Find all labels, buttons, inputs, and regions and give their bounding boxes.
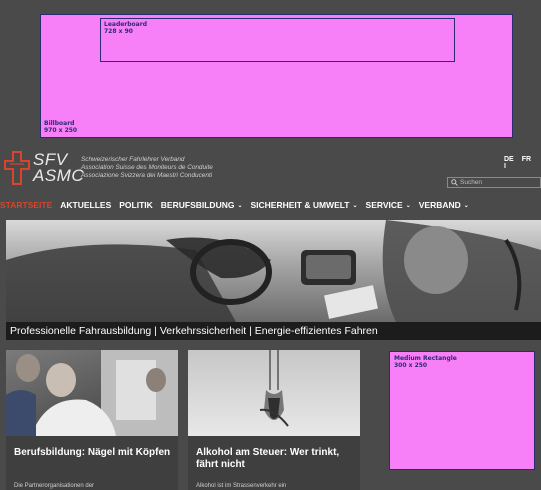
nav-item-politik[interactable]: POLITIK	[119, 200, 153, 210]
hero-driving-lesson-illustration	[6, 220, 541, 322]
article-excerpt: Die Partnerorganisationen der	[14, 483, 95, 489]
chevron-down-icon: ⌄	[463, 202, 469, 209]
meeting-photo-illustration	[6, 350, 178, 436]
hero-caption: Professionelle Fahrausbildung | Verkehrs…	[6, 322, 541, 340]
logo-line-asmc: ASMC	[33, 166, 85, 185]
association-name-de: Schweizerischer Fahrlehrer Verband	[81, 156, 185, 163]
chevron-down-icon: ⌄	[405, 202, 411, 209]
language-de-link[interactable]: DE	[504, 156, 514, 163]
leaderboard-ad-label: Leaderboard 728 x 90	[104, 21, 147, 35]
association-names: Schweizerischer Fahrlehrer Verband Assoc…	[81, 156, 213, 180]
nav-item-service[interactable]: SERVICE ⌄	[366, 200, 411, 210]
article-image-alcohol[interactable]	[188, 350, 360, 436]
article-title[interactable]: Berufsbildung: Nägel mit Köpfen	[14, 447, 174, 459]
alcohol-photo-illustration	[259, 350, 289, 427]
association-name-it: Associazione Svizzera dei Maestri Conduc…	[81, 172, 213, 179]
chevron-down-icon: ⌄	[352, 202, 358, 209]
billboard-ad-label: Billboard 970 x 250	[44, 120, 78, 134]
article-card-berufsbildung[interactable]: Berufsbildung: Nägel mit Köpfen Die Part…	[6, 350, 178, 490]
search-box[interactable]: Suchen	[447, 177, 541, 188]
article-excerpt: Alkohol ist im Strassenverkehr ein	[196, 483, 287, 489]
search-input[interactable]: Suchen	[460, 179, 482, 186]
language-switcher: DE FR I	[504, 156, 541, 170]
sfv-cross-logo-icon[interactable]	[4, 150, 30, 186]
search-icon[interactable]	[451, 179, 458, 186]
billboard-ad-placeholder: Billboard 970 x 250 Leaderboard 728 x 90	[40, 14, 513, 138]
hero-image	[6, 220, 541, 322]
article-card-alkohol[interactable]: Alkohol am Steuer: Wer trinkt, fährt nic…	[188, 350, 360, 490]
article-title[interactable]: Alkohol am Steuer: Wer trinkt, fährt nic…	[196, 447, 356, 471]
language-it-link[interactable]: I	[504, 163, 506, 170]
medium-rectangle-ad-placeholder: Medium Rectangle 300 x 250	[389, 351, 535, 470]
leaderboard-ad-placeholder: Leaderboard 728 x 90	[100, 18, 455, 62]
nav-item-startseite[interactable]: STARTSEITE	[0, 200, 52, 210]
association-name-fr: Association Suisse des Moniteurs de Cond…	[81, 164, 213, 171]
main-navigation: STARTSEITE AKTUELLES POLITIK BERUFSBILDU…	[0, 198, 477, 212]
language-fr-link[interactable]: FR	[522, 156, 531, 163]
nav-item-verband[interactable]: VERBAND ⌄	[419, 200, 469, 210]
nav-item-sicherheit-umwelt[interactable]: SICHERHEIT & UMWELT ⌄	[251, 200, 358, 210]
nav-item-berufsbildung[interactable]: BERUFSBILDUNG ⌄	[161, 200, 243, 210]
nav-item-aktuelles[interactable]: AKTUELLES	[60, 200, 111, 210]
article-image-meeting[interactable]	[6, 350, 178, 436]
chevron-down-icon: ⌄	[237, 202, 243, 209]
medium-rectangle-ad-label: Medium Rectangle 300 x 250	[394, 355, 457, 369]
logo-wordmark[interactable]: SFV ASMC	[33, 151, 85, 185]
